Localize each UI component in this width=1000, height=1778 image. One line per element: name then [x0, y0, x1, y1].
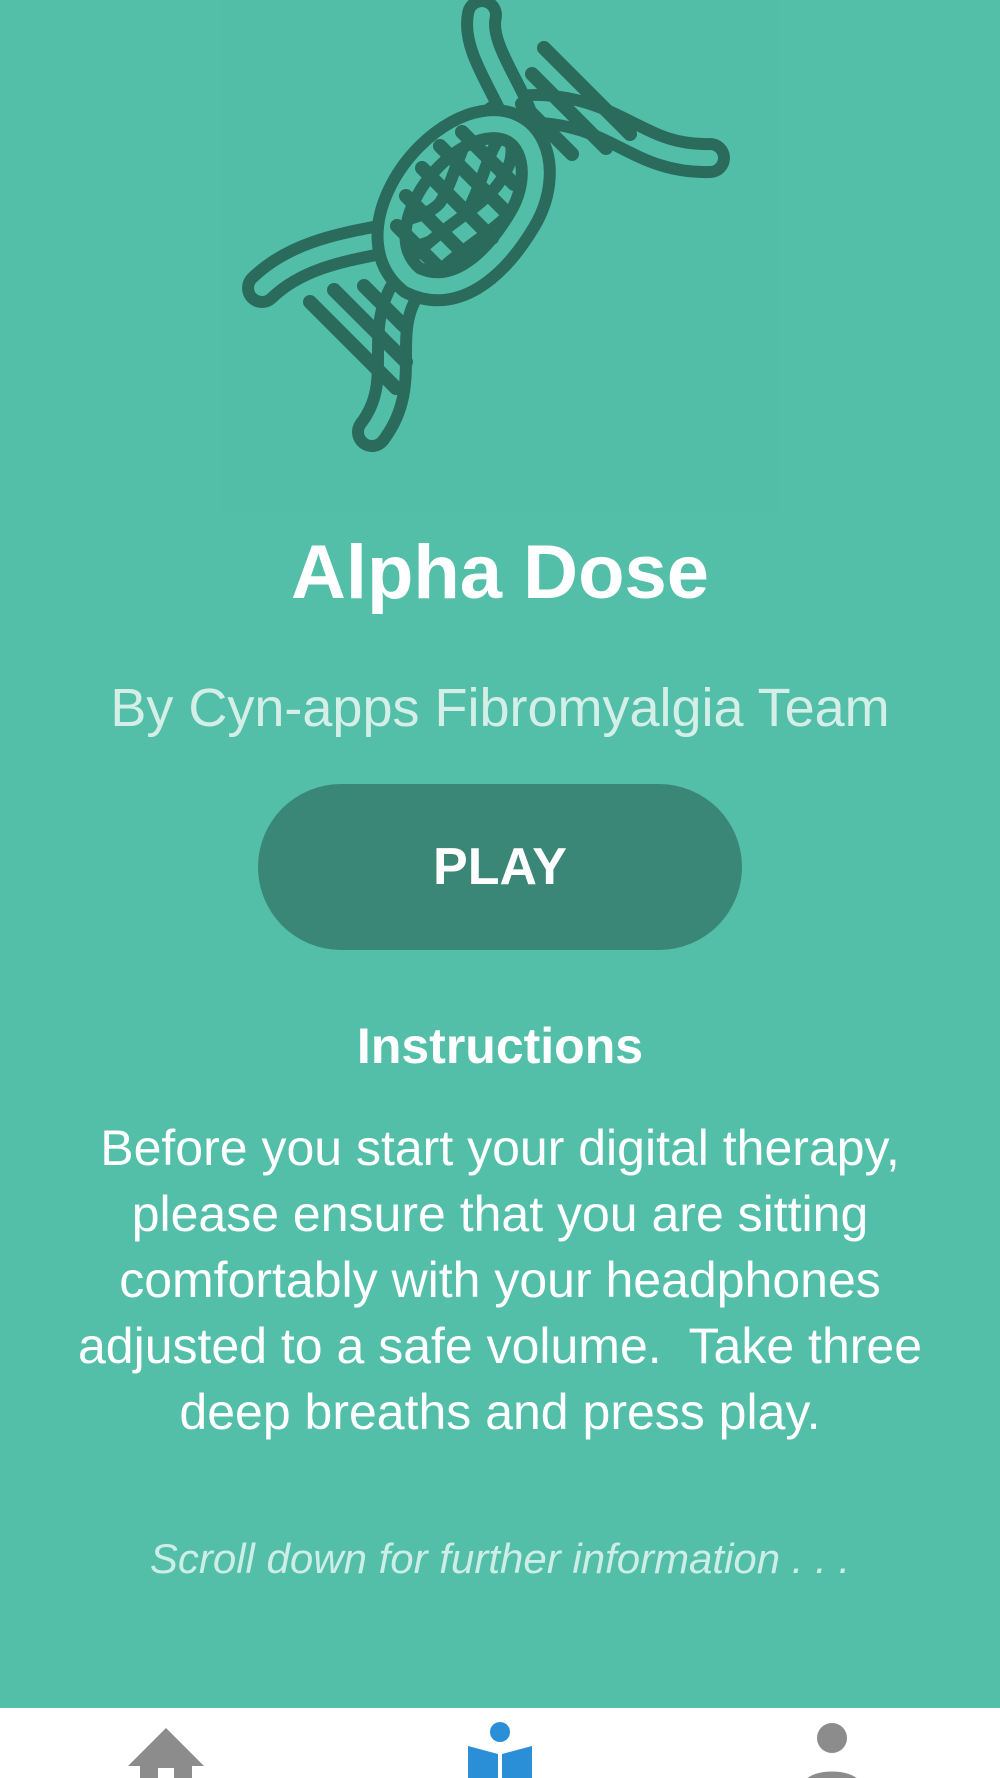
instructions-text: Before you start your digital therapy, p…: [20, 1115, 980, 1445]
bottom-navigation: [0, 1708, 1000, 1778]
instructions-heading: Instructions: [356, 1018, 644, 1074]
play-button[interactable]: PLAY: [258, 784, 742, 950]
reader-icon: [468, 1722, 532, 1778]
app-title: Alpha Dose: [290, 530, 710, 615]
instructions-line: deep breaths and press play.: [179, 1384, 821, 1440]
dna-icon: [242, 0, 730, 452]
app-screen: Alpha Dose By Cyn-apps Fibromyalgia Team…: [0, 0, 1000, 1778]
instructions-line: Before you start your digital therapy,: [100, 1120, 900, 1176]
nav-item-home[interactable]: [106, 1708, 226, 1778]
home-icon: [128, 1728, 204, 1778]
instructions-line: adjusted to a safe volume. Take three: [77, 1318, 923, 1374]
hero-image: [222, 0, 778, 512]
nav-item-reader[interactable]: [440, 1708, 560, 1778]
scroll-hint: Scroll down for further information . . …: [149, 1535, 851, 1582]
nav-item-profile[interactable]: [772, 1708, 892, 1778]
instructions-line: comfortably with your headphones: [119, 1252, 881, 1308]
instructions-line: please ensure that you are sitting: [131, 1186, 869, 1242]
app-author: By Cyn-apps Fibromyalgia Team: [110, 678, 890, 738]
person-icon: [807, 1723, 857, 1778]
